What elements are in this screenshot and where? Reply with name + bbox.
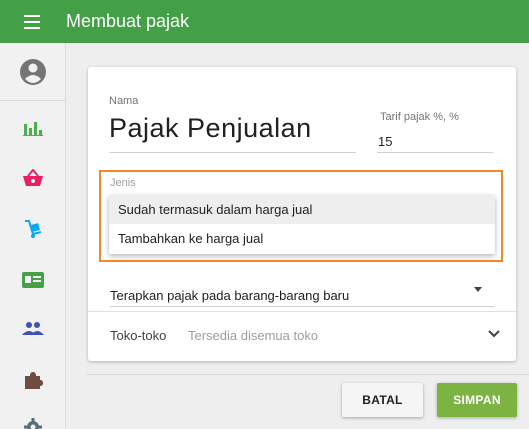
save-button[interactable]: SIMPAN [437,383,517,417]
name-field[interactable]: Pajak Penjualan [109,113,356,153]
actions-divider [86,374,529,375]
account-icon [19,58,46,85]
people-icon [22,322,44,335]
apply-value: Terapkan pajak pada barang-barang baru [110,288,350,303]
caret-down-icon [474,287,482,292]
dolly-icon [25,220,42,238]
sidebar-item-employees[interactable] [0,260,66,300]
stores-value: Tersedia disemua toko [188,328,319,343]
rate-label: Tarif pajak %, % [380,111,459,123]
cancel-button[interactable]: BATAL [342,383,423,417]
rate-value: 15 [378,134,393,149]
menu-icon[interactable] [24,14,42,29]
sidebar-account[interactable] [0,43,65,101]
puzzle-icon [25,372,43,389]
type-option-included[interactable]: Sudah termasuk dalam harga jual [109,195,495,224]
sidebar-item-reports[interactable] [0,108,66,148]
type-dropdown-menu: Sudah termasuk dalam harga jual Tambahka… [109,195,495,254]
gear-icon [24,418,42,429]
chevron-down-icon[interactable] [488,330,500,338]
sidebar-item-integrations[interactable] [0,360,66,400]
id-card-icon [22,272,44,288]
rate-field[interactable]: 15 [377,129,493,153]
name-label: Nama [109,95,139,107]
type-label: Jenis [110,177,136,189]
stores-row[interactable]: Toko-toko Tersedia disemua toko [88,311,516,361]
sidebar [0,43,66,429]
bar-chart-icon [23,122,43,136]
page-title: Membuat pajak [66,11,190,31]
sidebar-item-settings[interactable] [0,407,66,429]
basket-icon [23,169,43,186]
sidebar-item-sales[interactable] [0,158,66,198]
app-bar: Membuat pajak [0,0,529,43]
sidebar-item-inventory[interactable] [0,209,66,249]
sidebar-item-customers[interactable] [0,309,66,349]
apply-select[interactable]: Terapkan pajak pada barang-barang baru [110,282,494,307]
type-option-added[interactable]: Tambahkan ke harga jual [109,224,495,253]
stores-label: Toko-toko [110,328,167,343]
